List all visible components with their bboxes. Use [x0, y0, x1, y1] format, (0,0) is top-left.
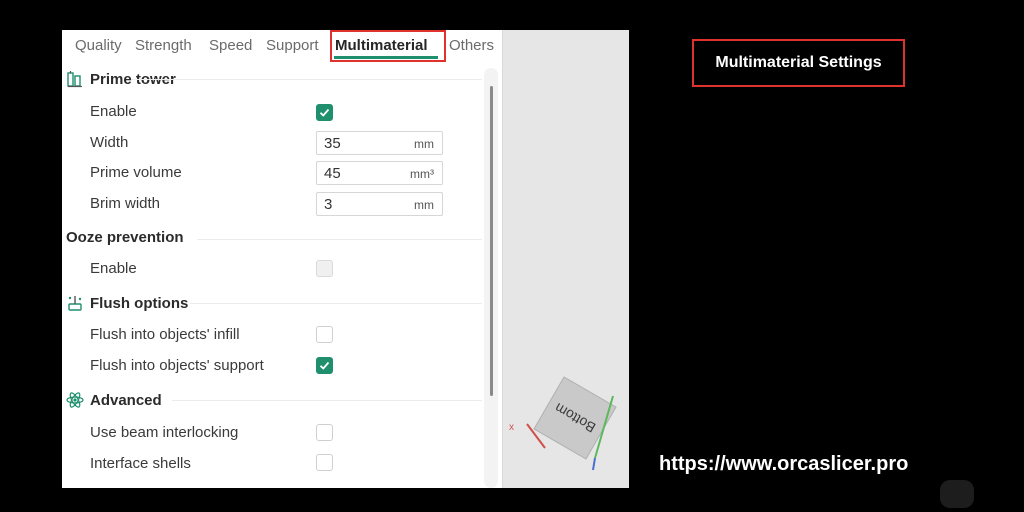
- flush-infill-label: Flush into objects' infill: [90, 326, 240, 343]
- caption-text: Multimaterial Settings: [715, 54, 882, 71]
- 3d-viewport[interactable]: x Bottom: [502, 30, 629, 488]
- flush-support-checkbox[interactable]: [316, 357, 333, 374]
- section-advanced: Advanced: [66, 391, 162, 409]
- section-title: Flush options: [90, 294, 189, 312]
- view-cube[interactable]: Bottom: [521, 366, 629, 481]
- tab-speed[interactable]: Speed: [209, 37, 252, 54]
- brim-width-label: Brim width: [90, 195, 161, 212]
- tab-quality[interactable]: Quality: [75, 37, 122, 54]
- atom-icon: [66, 391, 84, 409]
- tab-support[interactable]: Support: [266, 37, 319, 54]
- caption-box: Multimaterial Settings: [692, 39, 905, 87]
- section-divider: [172, 400, 482, 401]
- prime-volume-input[interactable]: [324, 163, 394, 183]
- width-input[interactable]: [324, 133, 394, 153]
- prime-tower-enable-label: Enable: [90, 103, 137, 120]
- interface-shells-checkbox[interactable]: [316, 454, 333, 471]
- section-divider: [197, 239, 482, 240]
- settings-panel: Quality Strength Speed Support Multimate…: [62, 30, 502, 488]
- website-url: https://www.orcaslicer.pro: [659, 453, 909, 475]
- slicer-window: Quality Strength Speed Support Multimate…: [62, 30, 629, 488]
- brim-width-field: mm: [316, 192, 443, 216]
- brim-width-input[interactable]: [324, 194, 394, 214]
- section-title: Ooze prevention: [66, 229, 184, 246]
- checkmark-icon: [319, 361, 330, 370]
- brim-width-unit: mm: [414, 198, 434, 212]
- width-label: Width: [90, 134, 129, 151]
- prime-tower-enable-checkbox[interactable]: [316, 104, 333, 121]
- width-unit: mm: [414, 137, 434, 151]
- tab-strength[interactable]: Strength: [135, 37, 192, 54]
- background-shape: [940, 480, 974, 508]
- section-divider: [132, 79, 482, 80]
- flush-support-label: Flush into objects' support: [90, 357, 264, 374]
- tab-highlight-box: [330, 30, 446, 62]
- tab-bar: Quality Strength Speed Support Multimate…: [62, 30, 502, 62]
- prime-volume-label: Prime volume: [90, 164, 182, 181]
- prime-volume-unit: mm³: [410, 167, 434, 181]
- beam-interlocking-checkbox[interactable]: [316, 424, 333, 441]
- width-field: mm: [316, 131, 443, 155]
- interface-shells-label: Interface shells: [90, 455, 191, 472]
- tab-others[interactable]: Others: [449, 37, 494, 54]
- beam-interlocking-label: Use beam interlocking: [90, 424, 239, 441]
- ooze-enable-label: Enable: [90, 260, 137, 277]
- checkmark-icon: [319, 108, 330, 117]
- ooze-enable-checkbox[interactable]: [316, 260, 333, 277]
- prime-tower-icon: [66, 70, 84, 88]
- section-flush-options: Flush options: [66, 294, 188, 312]
- section-title: Advanced: [90, 391, 162, 409]
- prime-volume-field: mm³: [316, 161, 443, 185]
- flush-infill-checkbox[interactable]: [316, 326, 333, 343]
- scrollbar-thumb[interactable]: [490, 86, 493, 396]
- section-ooze-prevention: Ooze prevention: [66, 229, 184, 246]
- flush-icon: [66, 294, 84, 312]
- x-axis-label: x: [509, 422, 514, 433]
- section-divider: [190, 303, 482, 304]
